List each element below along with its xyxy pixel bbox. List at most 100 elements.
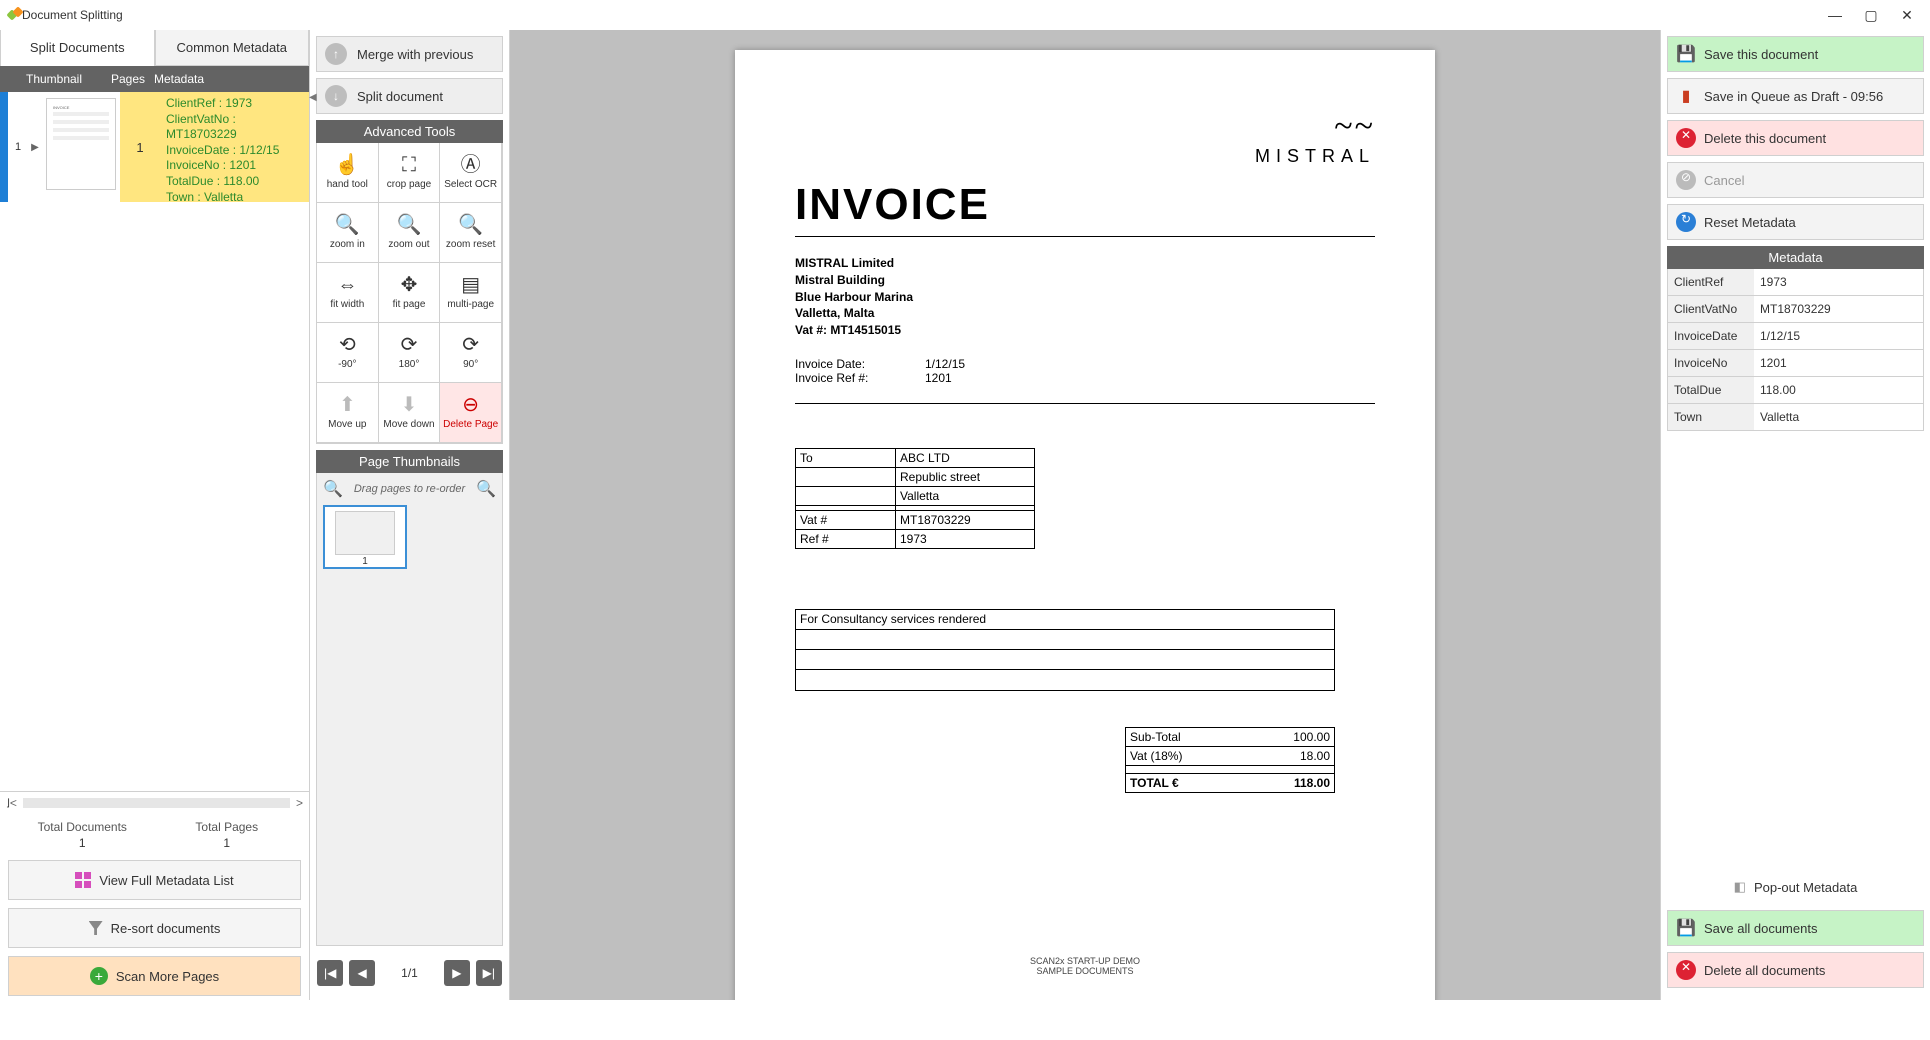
split-document-button[interactable]: ↓Split document — [316, 78, 503, 114]
multi-page-button[interactable]: ▤multi-page — [440, 263, 502, 323]
page-thumbnails-header: Page Thumbnails — [316, 450, 503, 473]
brand-logo: ~~ MISTRAL — [1255, 120, 1375, 167]
scan-more-pages-button[interactable]: +Scan More Pages — [8, 956, 301, 996]
page-position: 1/1 — [401, 966, 418, 980]
meta-key: InvoiceDate — [1668, 323, 1754, 349]
delete-icon: ✕ — [1676, 128, 1696, 148]
zoom-out-button[interactable]: 🔍zoom out — [379, 203, 441, 263]
rotate-90-button[interactable]: ⟳90° — [440, 323, 502, 383]
divider-2 — [795, 403, 1375, 404]
select-ocr-button[interactable]: ⒶSelect OCR — [440, 143, 502, 203]
meta-value[interactable]: MT18703229 — [1754, 296, 1923, 322]
cancel-button[interactable]: ⊘Cancel — [1667, 162, 1924, 198]
tools-grid: ☝hand tool ⛶crop page ⒶSelect OCR 🔍zoom … — [316, 143, 503, 444]
scroll-right-icon[interactable]: > — [296, 796, 303, 810]
last-page-button[interactable]: ▶| — [476, 960, 502, 986]
prev-page-button[interactable]: ◀ — [349, 960, 375, 986]
divider — [795, 236, 1375, 237]
rotate-neg90-button[interactable]: ⟲-90° — [317, 323, 379, 383]
scroll-left-icon[interactable]: < — [10, 796, 17, 810]
meta-value[interactable]: 1/12/15 — [1754, 323, 1923, 349]
delete-page-button[interactable]: ⊖Delete Page — [440, 383, 502, 443]
collapse-arrow-icon[interactable]: ◀ — [309, 92, 313, 103]
resort-documents-button[interactable]: Re-sort documents — [8, 908, 301, 948]
invoice-title: INVOICE — [795, 180, 1375, 230]
merge-previous-button[interactable]: ↑Merge with previous — [316, 36, 503, 72]
reset-metadata-button[interactable]: ↻Reset Metadata — [1667, 204, 1924, 240]
rotate-left-icon: ⟲ — [339, 335, 356, 355]
fit-width-icon: ⇔ — [337, 275, 357, 295]
view-full-metadata-button[interactable]: View Full Metadata List — [8, 860, 301, 900]
scroll-track[interactable] — [23, 798, 290, 808]
meta-value[interactable]: 118.00 — [1754, 377, 1923, 403]
grid-icon — [75, 872, 91, 888]
meta-value[interactable]: Valletta — [1754, 404, 1923, 430]
fit-width-button[interactable]: ⇔fit width — [317, 263, 379, 323]
doc-pages-count: 1 — [120, 92, 160, 202]
arrow-up-icon: ↑ — [325, 43, 347, 65]
page-thumbnail[interactable]: 1 — [323, 505, 407, 569]
meta-value[interactable]: 1973 — [1754, 269, 1923, 295]
popout-metadata-button[interactable]: ◧Pop-out Metadata — [1667, 870, 1924, 904]
window-title: Document Splitting — [22, 8, 123, 22]
crop-page-button[interactable]: ⛶crop page — [379, 143, 441, 203]
delete-document-button[interactable]: ✕Delete this document — [1667, 120, 1924, 156]
plus-icon: + — [90, 967, 108, 985]
logo-squiggle-icon: ~~ — [1255, 120, 1375, 134]
col-pages: Pages — [108, 72, 148, 86]
minimize-button[interactable]: — — [1828, 7, 1842, 24]
delete-icon: ✕ — [1676, 960, 1696, 980]
zoom-in-button[interactable]: 🔍zoom in — [317, 203, 379, 263]
doc-row[interactable]: 1 ▶ INVOICE 1 ClientRef : 1973 ClientVat… — [0, 92, 309, 202]
next-page-button[interactable]: ▶ — [444, 960, 470, 986]
app-logo-icon — [8, 8, 22, 22]
zoom-out-icon: 🔍 — [397, 215, 422, 235]
zoom-reset-button[interactable]: 🔍zoom reset — [440, 203, 502, 263]
save-all-button[interactable]: 💾Save all documents — [1667, 910, 1924, 946]
thumb-zoom-out-icon[interactable]: 🔍 — [323, 479, 343, 499]
tab-common-metadata[interactable]: Common Metadata — [155, 30, 310, 66]
metadata-table: ClientRef1973 ClientVatNoMT18703229 Invo… — [1667, 269, 1924, 431]
bookmark-icon: ▮ — [1676, 86, 1696, 106]
doc-thumbnail[interactable]: INVOICE — [46, 98, 116, 190]
total-docs-value: 1 — [10, 836, 155, 850]
hand-tool-button[interactable]: ☝hand tool — [317, 143, 379, 203]
pager: |◀ ◀ 1/1 ▶ ▶| — [316, 952, 503, 994]
first-page-button[interactable]: |◀ — [317, 960, 343, 986]
right-panel: 💾Save this document ▮Save in Queue as Dr… — [1660, 30, 1930, 1000]
h-scrollbar[interactable]: ⌋ < > — [0, 792, 309, 814]
expand-arrow-icon[interactable]: ▶ — [28, 92, 42, 202]
drag-hint: Drag pages to re-order — [354, 483, 465, 495]
meta-value[interactable]: 1201 — [1754, 350, 1923, 376]
fit-page-icon: ✥ — [401, 275, 418, 295]
col-thumbnail: Thumbnail — [0, 72, 108, 86]
doc-list-header: Thumbnail Pages Metadata ◀ — [0, 66, 309, 92]
save-icon: 💾 — [1676, 918, 1696, 938]
invoice-meta: Invoice Date:1/12/15 Invoice Ref #:1201 — [795, 357, 1375, 385]
move-up-icon: ⬆ — [339, 395, 356, 415]
save-document-button[interactable]: 💾Save this document — [1667, 36, 1924, 72]
thumb-zoom-in-icon[interactable]: 🔍 — [476, 479, 496, 499]
fit-page-button[interactable]: ✥fit page — [379, 263, 441, 323]
tab-split-documents[interactable]: Split Documents — [0, 30, 155, 66]
move-up-button[interactable]: ⬆Move up — [317, 383, 379, 443]
move-down-button[interactable]: ⬇Move down — [379, 383, 441, 443]
meta-key: TotalDue — [1668, 377, 1754, 403]
rotate-180-button[interactable]: ⟳180° — [379, 323, 441, 383]
delete-all-button[interactable]: ✕Delete all documents — [1667, 952, 1924, 988]
col-metadata: Metadata — [148, 72, 309, 86]
reset-icon: ↻ — [1676, 212, 1696, 232]
close-button[interactable]: ✕ — [1900, 7, 1914, 24]
doc-metadata-summary: ClientRef : 1973 ClientVatNo : MT1870322… — [160, 92, 309, 202]
funnel-icon — [89, 921, 103, 935]
zoom-reset-icon: 🔍 — [458, 215, 483, 235]
save-queue-button[interactable]: ▮Save in Queue as Draft - 09:56 — [1667, 78, 1924, 114]
maximize-button[interactable]: ▢ — [1864, 7, 1878, 24]
hand-icon: ☝ — [335, 155, 360, 175]
rotate-180-icon: ⟳ — [401, 335, 418, 355]
left-panel: Split Documents Common Metadata Thumbnai… — [0, 30, 310, 1000]
meta-key: ClientRef — [1668, 269, 1754, 295]
preview-pane[interactable]: ~~ MISTRAL INVOICE MISTRAL Limited Mistr… — [510, 30, 1660, 1000]
selection-indicator — [0, 92, 8, 202]
tools-panel: ↑Merge with previous ↓Split document Adv… — [310, 30, 510, 1000]
